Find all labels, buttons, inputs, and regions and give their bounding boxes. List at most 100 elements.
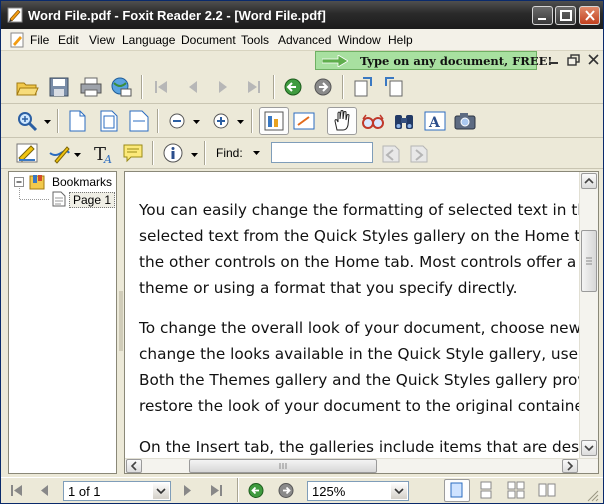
separator [342,75,344,99]
info-button[interactable] [161,141,185,165]
fit-page-button[interactable] [97,109,121,133]
page-number-field[interactable]: 1 of 1 [63,481,171,501]
camera-button[interactable] [453,109,477,133]
zoom-dropdown-icon[interactable] [44,120,51,125]
page-dropdown-button[interactable] [153,483,169,499]
zoom-tool-button[interactable] [15,109,39,133]
pen-icon [49,146,70,164]
actual-size-icon [69,110,86,132]
zoom-out-dropdown-icon[interactable] [193,120,200,125]
status-previous-page-button[interactable] [35,480,55,500]
horizontal-scroll-thumb[interactable] [189,459,377,473]
pen-dropdown-icon[interactable] [74,153,81,158]
promo-banner[interactable]: Type on any document, FREE! [315,51,552,70]
next-page-button[interactable] [211,75,235,99]
save-button[interactable] [47,75,71,99]
find-options-dropdown-icon[interactable] [253,151,260,156]
document-view[interactable]: You can easily change the formatting of … [124,171,599,474]
loupe-button[interactable] [361,109,385,133]
zoom-dropdown-button[interactable] [391,483,407,499]
find-previous-button[interactable] [379,142,403,166]
foxit-app-icon [7,7,23,23]
status-first-page-button[interactable] [7,480,27,500]
zoom-in-dropdown-icon[interactable] [237,120,244,125]
scroll-down-button[interactable] [581,440,597,456]
previous-page-icon [41,485,48,496]
menu-document[interactable]: Document [181,33,236,47]
open-button[interactable] [15,75,39,99]
document-menu-icon[interactable] [9,32,25,48]
document-line: To change the overall look of your docum… [139,319,579,337]
mdi-close-icon[interactable] [586,52,602,68]
zoom-out-button[interactable] [165,109,189,133]
facing-continuous-view-button[interactable] [505,480,527,501]
status-go-forward-button[interactable] [276,480,296,500]
single-page-view-button[interactable] [444,479,470,502]
horizontal-scrollbar[interactable] [125,458,598,473]
menu-advanced[interactable]: Advanced [278,33,331,47]
maximize-button[interactable] [555,6,576,25]
select-text-button[interactable] [259,107,289,135]
email-button[interactable] [109,75,133,99]
bookmark-page-1[interactable]: Page 1 [69,192,116,208]
go-back-button[interactable] [281,75,305,99]
resize-grip-icon[interactable] [587,490,599,502]
vertical-scroll-thumb[interactable] [581,230,597,292]
status-last-page-button[interactable] [206,480,228,500]
arrow-right-icon [567,461,574,471]
scroll-left-button[interactable] [126,459,142,473]
status-next-page-button[interactable] [177,480,197,500]
mdi-minimize-icon[interactable] [546,52,562,68]
last-page-button[interactable] [242,75,266,99]
next-page-icon [184,485,191,496]
info-dropdown-icon[interactable] [191,153,198,158]
snapshot-button[interactable] [292,109,316,133]
menu-view[interactable]: View [89,33,115,47]
note-button[interactable] [121,141,145,165]
text-tool-button[interactable]: TA [91,141,115,165]
document-line: You can easily change the formatting of … [139,201,579,219]
zoom-in-button[interactable] [209,109,233,133]
first-page-button[interactable] [149,75,173,99]
go-forward-icon [314,78,332,96]
typewriter-icon: A [424,111,446,131]
find-next-button[interactable] [407,142,431,166]
menu-file[interactable]: File [30,33,49,47]
separator [237,478,239,502]
rotate-right-button[interactable] [382,75,406,99]
previous-page-button[interactable] [181,75,205,99]
single-page-icon [450,482,463,498]
close-button[interactable] [579,6,600,25]
rotate-left-button[interactable] [351,75,375,99]
print-button[interactable] [79,75,103,99]
chevron-down-icon [156,488,166,495]
collapse-icon[interactable] [14,177,25,188]
pen-button[interactable] [47,141,71,165]
vertical-scrollbar[interactable] [579,172,598,458]
page-number-value: 1 of 1 [68,484,101,499]
arrow-up-icon [584,177,594,184]
fit-width-button[interactable] [127,109,151,133]
menu-edit[interactable]: Edit [58,33,79,47]
menu-window[interactable]: Window [338,33,381,47]
bookmarks-root-label[interactable]: Bookmarks [52,175,112,189]
menu-help[interactable]: Help [388,33,413,47]
menu-language[interactable]: Language [122,33,175,47]
page-icon [52,191,66,207]
actual-size-button[interactable] [65,109,89,133]
minimize-button[interactable] [532,6,553,25]
zoom-field[interactable]: 125% [307,481,409,501]
continuous-view-button[interactable] [475,480,497,501]
menu-tools[interactable]: Tools [241,33,269,47]
scroll-right-button[interactable] [562,459,578,473]
status-go-back-button[interactable] [246,480,266,500]
highlight-button[interactable] [15,141,39,165]
scroll-up-button[interactable] [581,173,597,189]
mdi-restore-icon[interactable] [566,52,582,68]
go-forward-button[interactable] [311,75,335,99]
hand-tool-button[interactable] [327,107,357,135]
search-button[interactable] [392,109,416,133]
find-input[interactable] [271,142,373,163]
typewriter-button[interactable]: A [423,109,447,133]
facing-view-button[interactable] [536,480,558,501]
